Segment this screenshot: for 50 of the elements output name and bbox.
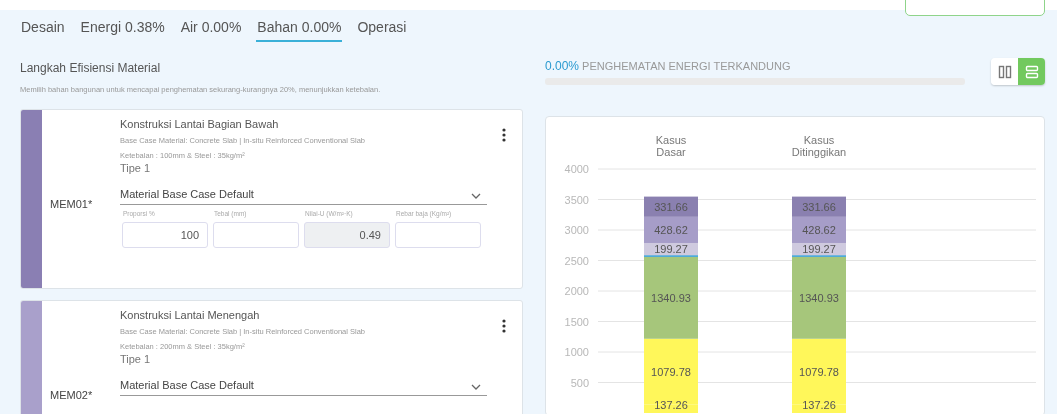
chevron-down-icon: [471, 193, 481, 199]
chevron-down-icon: [471, 384, 481, 390]
data-label: 1079.78: [799, 365, 839, 378]
data-label: 1079.78: [651, 365, 691, 378]
outlined-button[interactable]: [905, 0, 1045, 16]
data-label: 137.26: [654, 399, 688, 411]
data-label: 331.66: [654, 200, 688, 213]
columns-icon: [997, 64, 1012, 79]
type-label: Tipe 1: [120, 162, 152, 174]
data-label: 1340.93: [799, 291, 839, 304]
material-title: Konstruksi Lantai Bagian Bawah: [120, 118, 280, 130]
savings-text: 0.00% PENGHEMATAN ENERGI TERKANDUNG: [545, 59, 792, 73]
section-title: Langkah Efisiensi Material: [20, 61, 162, 75]
data-label: 331.66: [802, 200, 836, 213]
axis-tick-label: 2500: [564, 254, 589, 267]
material-code: MEM02*: [50, 389, 93, 401]
category-label: Kasus Dasar: [655, 134, 687, 158]
material-title: Konstruksi Lantai Menengah: [120, 309, 261, 321]
material-code: MEM01*: [50, 198, 93, 210]
axis-tick-label: 3000: [564, 224, 589, 236]
axis-tick-label: 3500: [564, 193, 589, 206]
data-label: 137.26: [802, 399, 836, 411]
tab[interactable]: Desain: [20, 19, 66, 42]
type-label: Tipe 1: [120, 353, 152, 365]
input-field: 0.49: [304, 222, 390, 248]
more-options-icon[interactable]: [502, 319, 506, 333]
data-label: 428.62: [654, 223, 688, 236]
rows-view-button[interactable]: [1018, 58, 1045, 85]
data-label: 1340.93: [651, 291, 691, 304]
input-field[interactable]: [213, 222, 299, 248]
input-field[interactable]: 100: [122, 222, 208, 248]
category-label: Kasus Ditinggikan: [791, 134, 847, 158]
axis-tick-label: 2000: [564, 285, 589, 297]
axis-tick-label: 1000: [564, 346, 589, 358]
input-field[interactable]: [395, 222, 481, 248]
tab[interactable]: Energi 0.38%: [79, 19, 166, 42]
material-select[interactable]: Material Base Case Default: [120, 377, 487, 396]
tab[interactable]: Bahan 0.00%: [256, 19, 343, 42]
columns-view-button[interactable]: [991, 58, 1018, 85]
tab[interactable]: Air 0.00%: [179, 19, 243, 42]
data-label: 199.27: [654, 243, 688, 256]
rows-icon: [1024, 64, 1039, 79]
more-options-icon[interactable]: [502, 128, 506, 142]
material-select[interactable]: Material Base Case Default: [120, 186, 487, 205]
axis-tick-label: 1500: [564, 315, 589, 328]
axis-tick-label: 4000: [564, 163, 589, 175]
axis-tick-label: 500: [570, 376, 589, 389]
data-label: 428.62: [802, 223, 836, 236]
tab[interactable]: Operasi: [356, 19, 408, 42]
data-label: 199.27: [802, 243, 836, 256]
